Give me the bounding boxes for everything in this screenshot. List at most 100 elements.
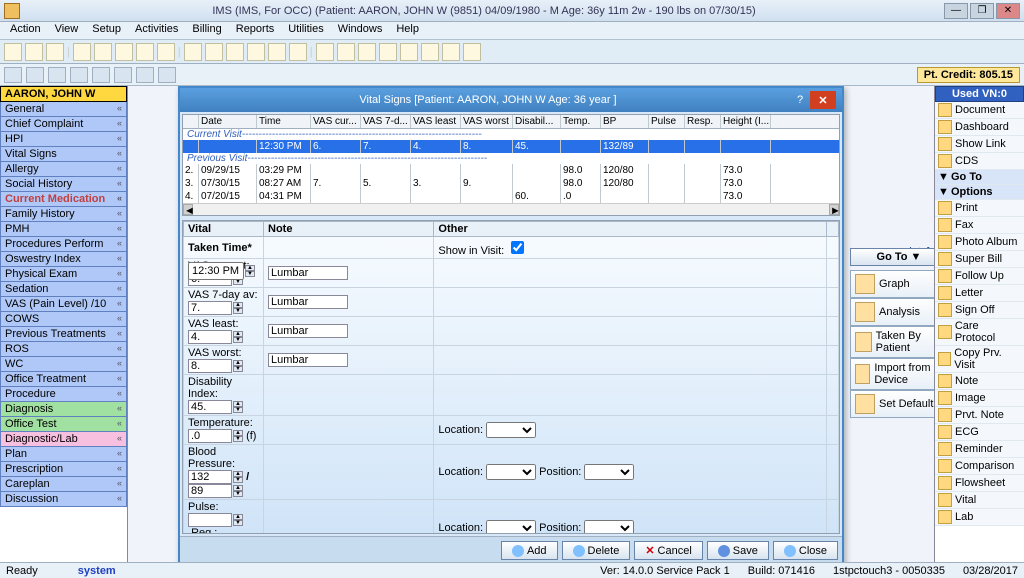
leftnav-item[interactable]: Discussion« — [0, 492, 127, 507]
rightnav-item[interactable]: Care Protocol — [935, 319, 1024, 346]
tb-icon[interactable] — [157, 43, 175, 61]
leftnav-item[interactable]: Procedure« — [0, 387, 127, 402]
leftnav-item[interactable]: Oswestry Index« — [0, 252, 127, 267]
tb-icon[interactable] — [184, 43, 202, 61]
tb-icon[interactable] — [358, 43, 376, 61]
leftnav-item[interactable]: Procedures Perform« — [0, 237, 127, 252]
tb-icon[interactable] — [400, 43, 418, 61]
taken-time-input[interactable] — [188, 262, 244, 280]
side-button[interactable]: Import from Device — [850, 358, 934, 390]
menu-help[interactable]: Help — [390, 22, 425, 39]
rightnav-item[interactable]: Flowsheet — [935, 475, 1024, 492]
leftnav-item[interactable]: Prescription« — [0, 462, 127, 477]
tb2-icon[interactable] — [136, 67, 154, 83]
leftnav-item[interactable]: Office Test« — [0, 417, 127, 432]
leftnav-item[interactable]: General« — [0, 102, 127, 117]
temperature-input[interactable] — [188, 429, 232, 443]
leftnav-item[interactable]: Social History« — [0, 177, 127, 192]
tb2-icon[interactable] — [26, 67, 44, 83]
rightnav-item[interactable]: Fax — [935, 217, 1024, 234]
rightnav-item[interactable]: Super Bill — [935, 251, 1024, 268]
rightnav-item[interactable]: Photo Album — [935, 234, 1024, 251]
dialog-close-icon[interactable]: ✕ — [810, 91, 836, 109]
tb2-icon[interactable] — [114, 67, 132, 83]
rightnav-item[interactable]: ▼Go To — [935, 170, 1024, 185]
leftnav-item[interactable]: Physical Exam« — [0, 267, 127, 282]
tb2-icon[interactable] — [4, 67, 22, 83]
menu-action[interactable]: Action — [4, 22, 47, 39]
close-button[interactable]: ✕ — [996, 3, 1020, 19]
rightnav-item[interactable]: ▼Options — [935, 185, 1024, 200]
pulse-position-select[interactable] — [584, 520, 634, 534]
grid-row[interactable]: 12:30 PM6.7.4.8.45.132/89 — [183, 140, 839, 153]
close-button-dlg[interactable]: Close — [773, 541, 838, 560]
menu-reports[interactable]: Reports — [230, 22, 281, 39]
leftnav-item[interactable]: VAS (Pain Level) /10« — [0, 297, 127, 312]
rightnav-item[interactable]: Lab — [935, 509, 1024, 526]
tb-icon[interactable] — [115, 43, 133, 61]
restore-button[interactable]: ❐ — [970, 3, 994, 19]
tb-icon[interactable] — [25, 43, 43, 61]
tb-icon[interactable] — [46, 43, 64, 61]
rightnav-item[interactable]: Copy Prv. Visit — [935, 346, 1024, 373]
tb-icon[interactable] — [4, 43, 22, 61]
rightnav-item[interactable]: Show Link — [935, 136, 1024, 153]
leftnav-item[interactable]: Chief Complaint« — [0, 117, 127, 132]
tb-icon[interactable] — [337, 43, 355, 61]
leftnav-item[interactable]: Office Treatment« — [0, 372, 127, 387]
cancel-button[interactable]: ✕Cancel — [634, 541, 702, 560]
menu-windows[interactable]: Windows — [332, 22, 389, 39]
vas-least-input[interactable] — [188, 330, 232, 344]
rightnav-item[interactable]: Sign Off — [935, 302, 1024, 319]
bp-dia-input[interactable] — [188, 484, 232, 498]
vas-least-note[interactable] — [268, 324, 348, 338]
leftnav-item[interactable]: WC« — [0, 357, 127, 372]
leftnav-item[interactable]: Previous Treatments« — [0, 327, 127, 342]
rightnav-item[interactable]: CDS — [935, 153, 1024, 170]
side-button[interactable]: Analysis — [850, 298, 934, 326]
leftnav-item[interactable]: Current Medication« — [0, 192, 127, 207]
vas7-note[interactable] — [268, 295, 348, 309]
leftnav-item[interactable]: Careplan« — [0, 477, 127, 492]
bp-location-select[interactable] — [486, 464, 536, 480]
grid-row[interactable]: 2.09/29/1503:29 PM98.0120/8073.0 — [183, 164, 839, 177]
disability-input[interactable] — [188, 400, 232, 414]
tb-icon[interactable] — [268, 43, 286, 61]
rightnav-item[interactable]: Vital — [935, 492, 1024, 509]
rightnav-item[interactable]: Comparison — [935, 458, 1024, 475]
add-button[interactable]: Add — [501, 541, 558, 560]
rightnav-item[interactable]: Dashboard — [935, 119, 1024, 136]
leftnav-item[interactable]: Allergy« — [0, 162, 127, 177]
rightnav-item[interactable]: ECG — [935, 424, 1024, 441]
pulse-input[interactable] — [188, 513, 232, 527]
grid-row[interactable]: 4.07/20/1504:31 PM60..073.0 — [183, 190, 839, 203]
tb2-icon[interactable] — [158, 67, 176, 83]
leftnav-item[interactable]: Vital Signs« — [0, 147, 127, 162]
tb-icon[interactable] — [94, 43, 112, 61]
tb-icon[interactable] — [205, 43, 223, 61]
temp-location-select[interactable] — [486, 422, 536, 438]
tb2-icon[interactable] — [92, 67, 110, 83]
side-button[interactable]: Graph — [850, 270, 934, 298]
leftnav-item[interactable]: Diagnostic/Lab« — [0, 432, 127, 447]
grid-row[interactable]: 3.07/30/1508:27 AM7.5.3.9.98.0120/8073.0 — [183, 177, 839, 190]
leftnav-item[interactable]: COWS« — [0, 312, 127, 327]
bp-sys-input[interactable] — [188, 470, 232, 484]
tb-icon[interactable] — [316, 43, 334, 61]
rightnav-item[interactable]: Print — [935, 200, 1024, 217]
rightnav-item[interactable]: Image — [935, 390, 1024, 407]
leftnav-item[interactable]: Sedation« — [0, 282, 127, 297]
leftnav-item[interactable]: Family History« — [0, 207, 127, 222]
tb-icon[interactable] — [226, 43, 244, 61]
menu-view[interactable]: View — [49, 22, 85, 39]
side-button[interactable]: Set Default — [850, 390, 934, 418]
leftnav-item[interactable]: Plan« — [0, 447, 127, 462]
delete-button[interactable]: Delete — [562, 541, 631, 560]
tb-icon[interactable] — [73, 43, 91, 61]
leftnav-item[interactable]: HPI« — [0, 132, 127, 147]
goto-button[interactable]: Go To ▼ — [850, 248, 934, 266]
show-in-visit-checkbox[interactable] — [511, 241, 524, 254]
pulse-location-select[interactable] — [486, 520, 536, 534]
tb-icon[interactable] — [421, 43, 439, 61]
vas-worst-note[interactable] — [268, 353, 348, 367]
